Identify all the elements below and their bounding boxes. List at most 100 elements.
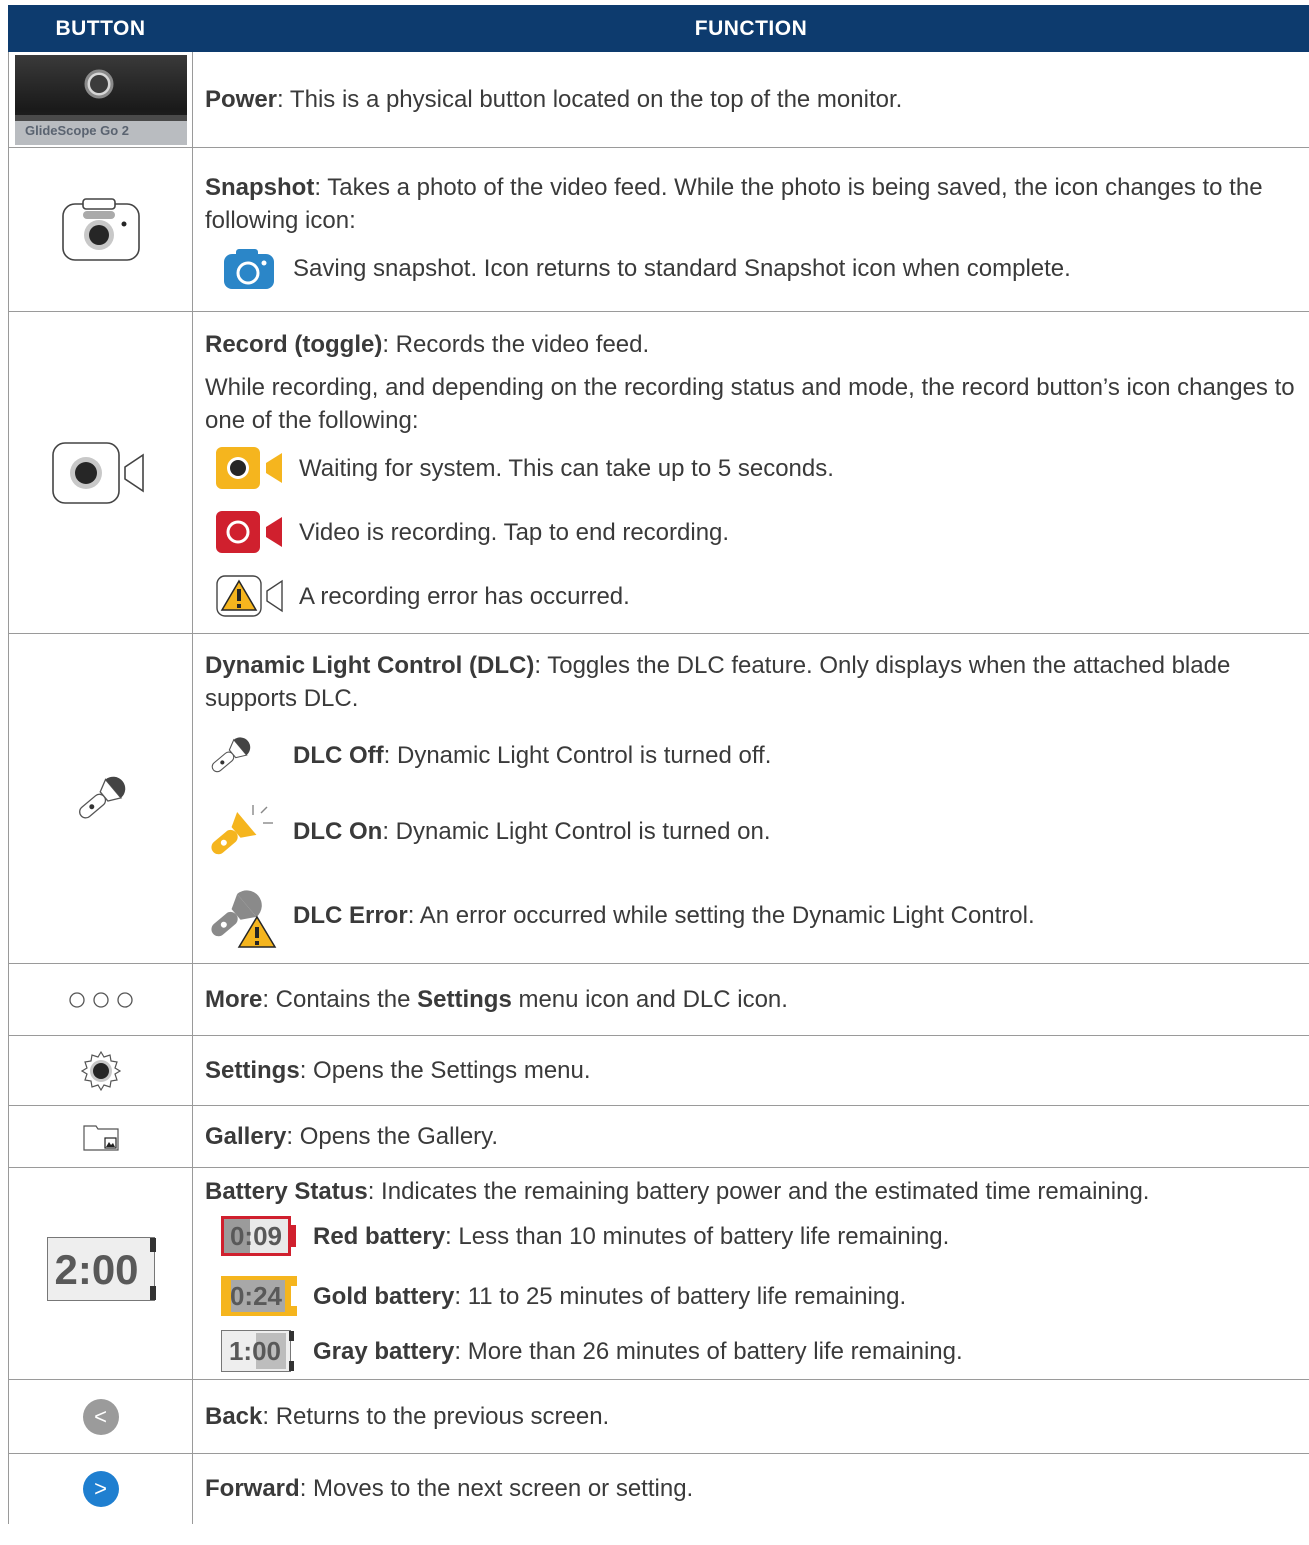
battery-text: : Indicates the remaining battery power … xyxy=(367,1178,1150,1205)
battery-gray-label: Gray battery xyxy=(313,1337,455,1365)
battery-red-text: : Less than 10 minutes of battery life r… xyxy=(445,1222,950,1250)
forward-function-cell: Forward: Moves to the next screen or set… xyxy=(192,1453,1309,1524)
back-label: Back xyxy=(205,1403,263,1430)
settings-text: : Opens the Settings menu. xyxy=(299,1057,591,1084)
camera-icon xyxy=(61,197,140,261)
more-icon-cell xyxy=(8,963,193,1036)
power-text: : This is a physical button located on t… xyxy=(277,86,903,113)
video-waiting-icon xyxy=(216,447,282,489)
gear-icon xyxy=(80,1050,121,1091)
dlc-on-label: DLC On xyxy=(293,818,383,845)
camera-saving-icon xyxy=(224,248,274,289)
button-function-table: BUTTON FUNCTION GlideScope Go 2 Power: T… xyxy=(8,5,1309,1524)
photo-brand-text: GlideScope Go 2 xyxy=(25,123,129,138)
battery-gold-label: Gold battery xyxy=(313,1282,455,1310)
record-recording-line: Video is recording. Tap to end recording… xyxy=(205,511,1299,553)
power-button-photo-icon: GlideScope Go 2 xyxy=(14,54,187,145)
dlc-off-text: : Dynamic Light Control is turned off. xyxy=(383,742,772,769)
more-function-cell: More: Contains the Settings menu icon an… xyxy=(192,963,1309,1036)
snapshot-icon-cell xyxy=(8,147,193,312)
record-error-line: A recording error has occurred. xyxy=(205,575,1299,617)
battery-gray-text: : More than 26 minutes of battery life r… xyxy=(454,1337,963,1365)
flashlight-off-icon xyxy=(211,736,251,772)
table-row-back: < Back: Returns to the previous screen. xyxy=(8,1379,1309,1454)
forward-icon-cell: > xyxy=(8,1453,193,1524)
back-icon-cell: < xyxy=(8,1379,193,1454)
flashlight-error-icon xyxy=(211,889,277,948)
table-row-battery: 2:00 Battery Status: Indicates the remai… xyxy=(8,1167,1309,1380)
video-recording-icon xyxy=(216,511,282,553)
record-error-text: A recording error has occurred. xyxy=(299,582,630,610)
record-label: Record (toggle) xyxy=(205,331,383,358)
dlc-error-text: : An error occurred while setting the Dy… xyxy=(407,902,1035,929)
header-function: FUNCTION xyxy=(192,5,1309,52)
battery-gray-time: 1:00 xyxy=(228,1335,282,1366)
more-label: More xyxy=(205,986,263,1013)
gallery-text: : Opens the Gallery. xyxy=(286,1123,499,1150)
battery-red-label: Red battery xyxy=(313,1222,446,1250)
battery-icon-time: 2:00 xyxy=(54,1245,139,1293)
record-function-cell: Record (toggle): Records the video feed.… xyxy=(192,311,1309,634)
battery-icon-cell: 2:00 xyxy=(8,1167,193,1380)
header-button: BUTTON xyxy=(8,5,193,52)
snapshot-label: Snapshot xyxy=(205,173,315,201)
battery-function-cell: Battery Status: Indicates the remaining … xyxy=(192,1167,1309,1380)
back-arrow-icon: < xyxy=(82,1398,119,1435)
dlc-error-line: DLC Error: An error occurred while setti… xyxy=(205,883,1299,949)
record-recording-text: Video is recording. Tap to end recording… xyxy=(299,518,730,546)
battery-gray-line: 1:00 Gray battery: More than 26 minutes … xyxy=(205,1330,1299,1372)
table-row-gallery: Gallery: Opens the Gallery. xyxy=(8,1105,1309,1168)
table-row-snapshot: Snapshot: Takes a photo of the video fee… xyxy=(8,147,1309,312)
battery-gold-line: 0:24 Gold battery: 11 to 25 minutes of b… xyxy=(205,1276,1299,1316)
forward-arrow-icon: > xyxy=(82,1470,119,1507)
dlc-function-cell: Dynamic Light Control (DLC): Toggles the… xyxy=(192,633,1309,964)
snapshot-saving-text: Saving snapshot. Icon returns to standar… xyxy=(293,255,1071,282)
dlc-on-text: : Dynamic Light Control is turned on. xyxy=(382,818,771,845)
snapshot-text: : Takes a photo of the video feed. While… xyxy=(205,173,1263,234)
settings-label: Settings xyxy=(205,1057,300,1084)
battery-red-icon: 0:09 xyxy=(221,1216,296,1256)
dlc-off-line: DLC Off: Dynamic Light Control is turned… xyxy=(205,735,1299,777)
more-dots-icon xyxy=(68,991,133,1008)
forward-label: Forward xyxy=(205,1475,300,1503)
dlc-error-label: DLC Error xyxy=(293,902,408,929)
battery-gold-time: 0:24 xyxy=(229,1280,283,1311)
flashlight-icon xyxy=(78,776,125,819)
gallery-label: Gallery xyxy=(205,1123,287,1150)
gallery-function-cell: Gallery: Opens the Gallery. xyxy=(192,1105,1309,1168)
battery-icon: 2:00 xyxy=(46,1237,156,1301)
record-text: : Records the video feed. xyxy=(382,331,650,358)
battery-label: Battery Status xyxy=(205,1178,368,1205)
forward-text: : Moves to the next screen or setting. xyxy=(299,1475,694,1503)
back-function-cell: Back: Returns to the previous screen. xyxy=(192,1379,1309,1454)
video-camera-icon xyxy=(51,441,144,504)
gallery-icon-cell xyxy=(8,1105,193,1168)
table-row-more: More: Contains the Settings menu icon an… xyxy=(8,963,1309,1036)
battery-red-line: 0:09 Red battery: Less than 10 minutes o… xyxy=(205,1216,1299,1256)
power-function-cell: Power: This is a physical button located… xyxy=(192,51,1309,148)
flashlight-on-icon xyxy=(211,804,273,854)
more-text-a: : Contains the xyxy=(262,986,418,1013)
record-waiting-text: Waiting for system. This can take up to … xyxy=(299,454,834,482)
table-row-forward: > Forward: Moves to the next screen or s… xyxy=(8,1453,1309,1524)
record-text2: While recording, and depending on the re… xyxy=(205,374,1295,434)
dlc-label: Dynamic Light Control (DLC) xyxy=(205,651,535,679)
battery-gray-icon: 1:00 xyxy=(221,1330,294,1372)
battery-gold-icon: 0:24 xyxy=(221,1276,297,1316)
table-row-dlc: Dynamic Light Control (DLC): Toggles the… xyxy=(8,633,1309,964)
table-row-record: Record (toggle): Records the video feed.… xyxy=(8,311,1309,634)
table-header-row: BUTTON FUNCTION xyxy=(8,5,1309,52)
dlc-on-line: DLC On: Dynamic Light Control is turned … xyxy=(205,801,1299,863)
more-text-b: menu icon and DLC icon. xyxy=(511,986,788,1013)
power-icon-cell: GlideScope Go 2 xyxy=(8,51,193,148)
more-settings-word: Settings xyxy=(417,986,512,1013)
snapshot-function-cell: Snapshot: Takes a photo of the video fee… xyxy=(192,147,1309,312)
gallery-folder-icon xyxy=(82,1124,119,1151)
battery-red-time: 0:09 xyxy=(229,1220,283,1251)
snapshot-saving-line: Saving snapshot. Icon returns to standar… xyxy=(205,248,1299,289)
dlc-icon-cell xyxy=(8,633,193,964)
battery-gold-text: : 11 to 25 minutes of battery life remai… xyxy=(454,1282,907,1310)
dlc-off-label: DLC Off xyxy=(293,742,384,769)
power-label: Power xyxy=(205,86,278,113)
record-icon-cell xyxy=(8,311,193,634)
